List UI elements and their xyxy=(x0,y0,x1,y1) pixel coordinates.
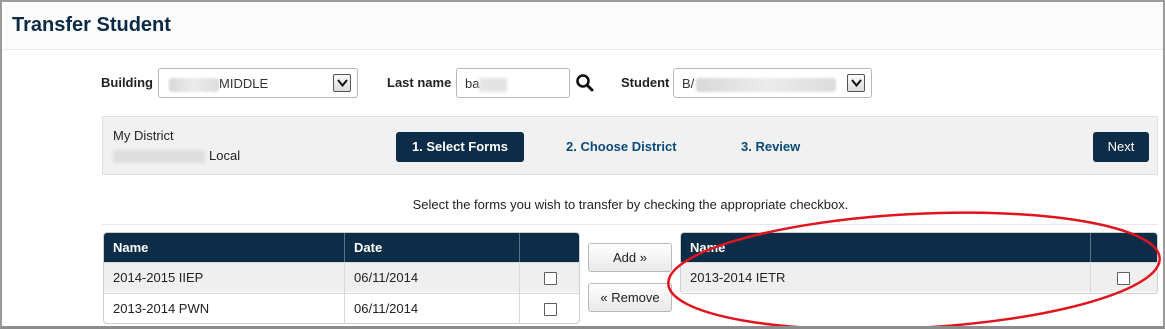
form-date: 06/11/2014 xyxy=(344,263,519,293)
table-row[interactable]: 2014-2015 IIEP 06/11/2014 xyxy=(104,262,579,293)
step-review[interactable]: 3. Review xyxy=(741,139,800,154)
student-select[interactable]: B/ xyxy=(673,68,872,98)
form-checkbox[interactable] xyxy=(544,272,557,285)
form-name: 2013-2014 IETR xyxy=(690,270,786,285)
available-forms-table: Name Date 2014-2015 IIEP 06/11/2014 2013… xyxy=(103,232,580,324)
column-header-date: Date xyxy=(344,233,519,262)
redacted-student-name xyxy=(696,77,837,92)
checkbox-cell xyxy=(1090,263,1157,293)
form-checkbox[interactable] xyxy=(544,303,557,316)
chevron-down-icon[interactable] xyxy=(847,74,865,92)
lastname-label: Last name xyxy=(387,75,452,90)
district-label: My District xyxy=(113,128,174,143)
search-icon[interactable] xyxy=(575,73,595,93)
instruction-text: Select the forms you wish to transfer by… xyxy=(412,197,849,212)
lastname-input[interactable]: ba xyxy=(456,68,570,98)
building-label: Building xyxy=(101,75,153,90)
wizard-panel: My District Local 1. Select Forms 2. Cho… xyxy=(102,116,1158,175)
redacted-district xyxy=(113,150,205,164)
building-select[interactable]: MIDDLE xyxy=(158,68,358,98)
district-name: Local xyxy=(113,148,241,164)
redacted-lastname xyxy=(479,77,508,92)
form-checkbox[interactable] xyxy=(1117,272,1130,285)
column-header-name: Name xyxy=(104,233,344,262)
redacted-building-prefix xyxy=(169,77,219,92)
form-date: 06/11/2014 xyxy=(344,294,519,323)
remove-button[interactable]: « Remove xyxy=(588,283,672,312)
table-row[interactable]: 2013-2014 PWN 06/11/2014 xyxy=(104,293,579,323)
table-row[interactable]: 2013-2014 IETR xyxy=(681,262,1157,293)
checkbox-cell xyxy=(519,263,579,293)
column-header-select xyxy=(519,233,579,262)
column-header-name: Name xyxy=(681,233,1090,262)
lastname-value: ba xyxy=(465,76,480,91)
student-value: B/ xyxy=(682,76,695,91)
divider xyxy=(102,224,1158,225)
add-button[interactable]: Add » xyxy=(588,243,672,272)
building-value: MIDDLE xyxy=(219,76,269,91)
selected-forms-table: Name 2013-2014 IETR xyxy=(680,232,1158,294)
step-select-forms[interactable]: 1. Select Forms xyxy=(396,132,524,162)
next-button[interactable]: Next xyxy=(1093,132,1149,162)
form-name: 2013-2014 PWN xyxy=(113,301,210,316)
chevron-down-icon[interactable] xyxy=(333,74,351,92)
column-header-select xyxy=(1090,233,1157,262)
form-name: 2014-2015 IIEP xyxy=(113,270,204,285)
window-frame: Transfer Student Building MIDDLE Last na… xyxy=(0,0,1165,329)
step-choose-district[interactable]: 2. Choose District xyxy=(566,139,677,154)
page-title: Transfer Student xyxy=(12,14,171,36)
district-name-text: Local xyxy=(209,148,241,163)
student-label: Student xyxy=(621,75,670,90)
page-header: Transfer Student xyxy=(4,4,1163,50)
checkbox-cell xyxy=(519,294,579,323)
